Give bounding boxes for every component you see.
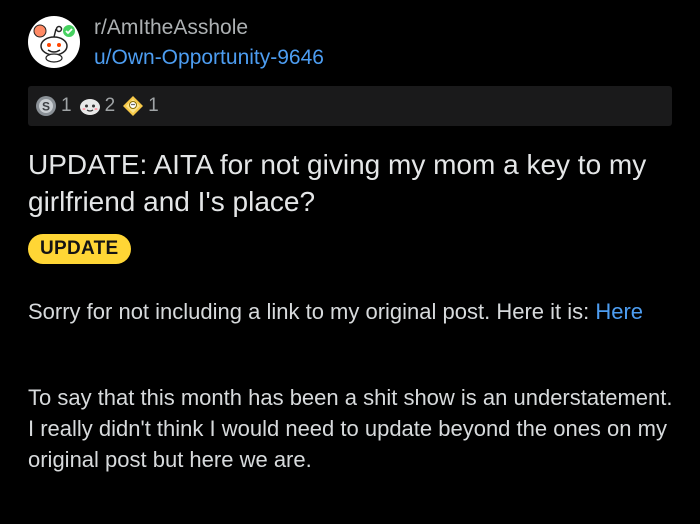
svg-text:S: S bbox=[42, 100, 50, 114]
award-wholesome[interactable]: 2 bbox=[78, 94, 116, 118]
post-meta: r/AmItheAsshole u/Own-Opportunity-9646 bbox=[94, 14, 324, 71]
author-username[interactable]: u/Own-Opportunity-9646 bbox=[94, 44, 324, 71]
paragraph-text: Sorry for not including a link to my ori… bbox=[28, 299, 596, 324]
award-count: 1 bbox=[148, 95, 159, 116]
post-page: r/AmItheAsshole u/Own-Opportunity-9646 S… bbox=[0, 0, 700, 524]
helpful-award-icon bbox=[121, 94, 145, 118]
award-count: 1 bbox=[61, 95, 72, 116]
post-title[interactable]: UPDATE: AITA for not giving my mom a key… bbox=[28, 146, 678, 220]
award-helpful[interactable]: 1 bbox=[121, 94, 159, 118]
post-flair[interactable]: UPDATE bbox=[28, 234, 131, 264]
wholesome-award-icon bbox=[78, 94, 102, 118]
silver-award-icon: S bbox=[34, 94, 58, 118]
awards-bar[interactable]: S 1 2 1 bbox=[28, 86, 672, 126]
subreddit-avatar[interactable] bbox=[28, 16, 80, 68]
reddit-snoo-icon bbox=[33, 24, 75, 63]
original-post-link[interactable]: Here bbox=[595, 299, 643, 324]
post-header: r/AmItheAsshole u/Own-Opportunity-9646 bbox=[28, 13, 324, 71]
subreddit-name[interactable]: r/AmItheAsshole bbox=[94, 14, 324, 41]
award-count: 2 bbox=[104, 95, 116, 116]
post-body-paragraph-2: To say that this month has been a shit s… bbox=[28, 385, 673, 472]
post-body-paragraph-1: Sorry for not including a link to my ori… bbox=[28, 296, 678, 327]
award-silver[interactable]: S 1 bbox=[34, 94, 72, 118]
